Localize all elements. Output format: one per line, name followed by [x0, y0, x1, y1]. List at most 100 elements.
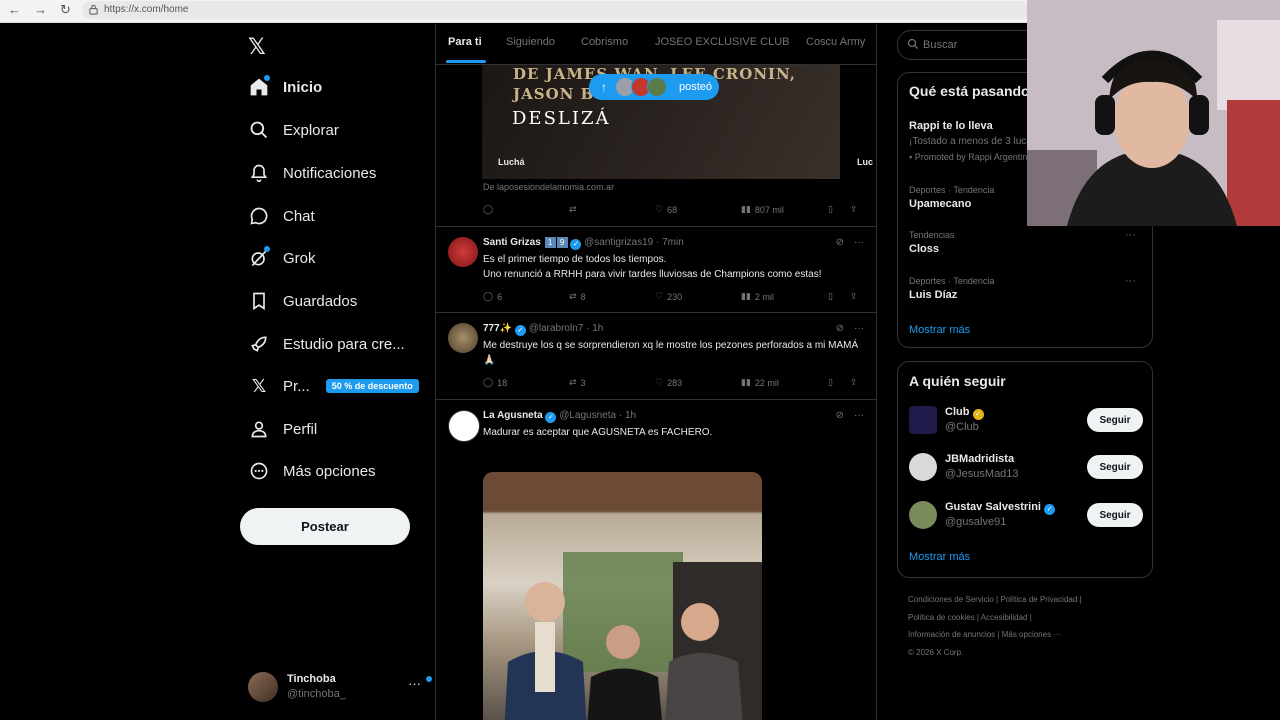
nav-item-explorar[interactable]: Explorar [248, 113, 339, 147]
tweet-menu[interactable]: ⊘ ··· [836, 410, 864, 421]
avatar[interactable] [448, 323, 478, 353]
more-dots-icon[interactable]: ··· [408, 676, 421, 691]
tweet-text: Me destruye los q se sorprendieron xq le… [483, 340, 859, 366]
nav-item-guardados[interactable]: Guardados [248, 284, 357, 318]
tweet[interactable]: Santi Grizas 19 ✓ @santigrizas19 · 7min … [436, 226, 876, 313]
grok-icon: ⊘ [835, 237, 844, 248]
tab-siguiendo[interactable]: Siguiendo [506, 36, 555, 48]
share-icon[interactable]: ⇪ [850, 204, 858, 215]
like-button[interactable]: ♡ 68 [655, 204, 677, 215]
tab-coscu-army[interactable]: Coscu Army [806, 36, 865, 48]
nav-item-grok[interactable]: Grok [248, 241, 316, 275]
views-button[interactable]: ▮▮ 22 mil [741, 377, 779, 388]
notification-dot [426, 676, 432, 682]
bookmark-icon[interactable]: ▯ [828, 204, 833, 215]
tab-para-ti[interactable]: Para ti [448, 36, 482, 48]
views-button[interactable]: ▮▮ 807 mil [741, 204, 784, 215]
webcam-image [1027, 0, 1280, 226]
ad-source[interactable]: De laposesiondelamomia.com.ar [483, 182, 614, 192]
notification-dot [264, 75, 270, 81]
media-cta: DESLIZÁ [512, 108, 611, 129]
tab-cobrismo[interactable]: Cobrismo [581, 36, 628, 48]
home-icon [248, 75, 270, 98]
post-button[interactable]: Postear [240, 508, 410, 545]
nav-item-chat[interactable]: Chat [248, 199, 315, 233]
reload-icon[interactable]: ↻ [60, 2, 71, 18]
repost-button[interactable]: ⇄ 3 [569, 377, 586, 388]
repost-icon[interactable]: ⇄ [569, 204, 577, 215]
back-icon[interactable]: ← [8, 2, 21, 17]
nav-label: Notificaciones [283, 164, 377, 182]
discount-badge: 50 % de descuento [325, 379, 419, 393]
footer-link[interactable]: Política de Privacidad [1000, 595, 1077, 604]
who-to-follow-panel: A quién seguir Club ✓ @Club Seguir JBMad… [897, 361, 1153, 578]
bookmark-icon[interactable]: ▯ [828, 291, 833, 302]
account-switcher[interactable]: Tinchoba @tinchoba_ ··· [248, 670, 432, 704]
repost-icon: ⇄ [569, 291, 577, 301]
nav-label: Pr... [283, 377, 310, 395]
carousel-label: Luchá [498, 157, 525, 167]
avatar[interactable] [448, 410, 480, 442]
tweet-photo[interactable] [483, 472, 762, 720]
rocket-icon [248, 333, 270, 355]
show-more-trends[interactable]: Mostrar más [909, 324, 970, 336]
tweet-actions: ◯ 18 ⇄ 3 ♡ 283 ▮▮ 22 mil ▯ ⇪ [483, 377, 863, 391]
suggestion-handle: @Club [945, 421, 979, 433]
views-icon: ▮▮ [741, 377, 751, 387]
bookmark-icon [248, 290, 270, 312]
nav-label: Más opciones [283, 462, 376, 480]
site-info-icon[interactable] [88, 4, 99, 15]
suggestion-handle: @JesusMad13 [945, 468, 1019, 480]
footer-link[interactable]: Información de anuncios [908, 630, 995, 639]
nav-item-perfil[interactable]: Perfil [248, 412, 317, 446]
follow-button[interactable]: Seguir [1087, 455, 1143, 479]
bookmark-icon[interactable]: ▯ [828, 377, 833, 388]
follow-suggestion[interactable]: Gustav Salvestrini ✓ @gusalve91 Seguir [909, 499, 1143, 535]
webcam-overlay [1027, 0, 1280, 226]
views-button[interactable]: ▮▮ 2 mil [741, 291, 774, 302]
nav-label: Inicio [283, 78, 323, 96]
repost-button[interactable]: ⇄ 8 [569, 291, 586, 302]
main-feed: Para ti Siguiendo Cobrismo JOSEO EXCLUSI… [435, 24, 877, 720]
tweet[interactable]: 777✨ ✓ @larabroln7 · 1h ⊘ ··· Me destruye… [436, 312, 876, 400]
verified-icon: ✓ [514, 325, 526, 336]
reply-button[interactable]: ◯ 18 [483, 377, 507, 388]
more-dots-icon: ··· [854, 323, 864, 334]
nav-item-inicio[interactable]: Inicio [248, 70, 322, 104]
share-icon[interactable]: ⇪ [850, 377, 858, 388]
nav-item-mas-opciones[interactable]: Más opciones [248, 454, 376, 488]
like-button[interactable]: ♡ 230 [655, 291, 682, 302]
like-button[interactable]: ♡ 283 [655, 377, 682, 388]
share-icon[interactable]: ⇪ [850, 291, 858, 302]
x-logo-icon[interactable]: 𝕏 [248, 34, 266, 60]
nav-item-notificaciones[interactable]: Notificaciones [248, 156, 376, 190]
footer-link[interactable]: Política de cookies [908, 613, 975, 622]
follow-button[interactable]: Seguir [1087, 503, 1143, 527]
footer-link[interactable]: Accesibilidad [981, 613, 1028, 622]
follow-title: A quién seguir [909, 373, 1006, 389]
follow-suggestion[interactable]: Club ✓ @Club Seguir [909, 404, 1143, 440]
follow-button[interactable]: Seguir [1087, 408, 1143, 432]
suggestion-name: JBMadridista [945, 453, 1015, 465]
footer-link[interactable]: Más opciones ··· [1002, 630, 1062, 639]
reply-button[interactable]: ◯ 6 [483, 291, 502, 302]
heart-icon: ♡ [655, 377, 664, 387]
tab-joseo[interactable]: JOSEO EXCLUSIVE CLUB [655, 36, 790, 48]
nav-item-estudio[interactable]: Estudio para cre... [248, 327, 405, 361]
follow-suggestion[interactable]: JBMadridista @JesusMad13 Seguir [909, 451, 1143, 487]
forward-icon[interactable]: → [34, 2, 47, 17]
footer-link[interactable]: Condiciones de Servicio [908, 595, 994, 604]
tweet-menu[interactable]: ⊘ ··· [836, 237, 864, 248]
new-posts-pill[interactable]: ↑ posteó [589, 74, 719, 100]
account-name: Tinchoba [287, 673, 336, 685]
nav-item-premium[interactable]: 𝕏 Pr... 50 % de descuento [248, 369, 419, 403]
show-more-follow[interactable]: Mostrar más [909, 551, 970, 563]
timeline-tabs: Para ti Siguiendo Cobrismo JOSEO EXCLUSI… [436, 24, 876, 65]
address-bar[interactable]: https://x.com/home [82, 1, 1032, 19]
arrow-up-icon: ↑ [601, 80, 607, 94]
verified-icon: ✓ [570, 239, 582, 250]
reply-icon[interactable]: ◯ [483, 204, 493, 215]
tweet-menu[interactable]: ⊘ ··· [836, 323, 864, 334]
avatar[interactable] [448, 237, 478, 267]
avatar [248, 672, 278, 702]
